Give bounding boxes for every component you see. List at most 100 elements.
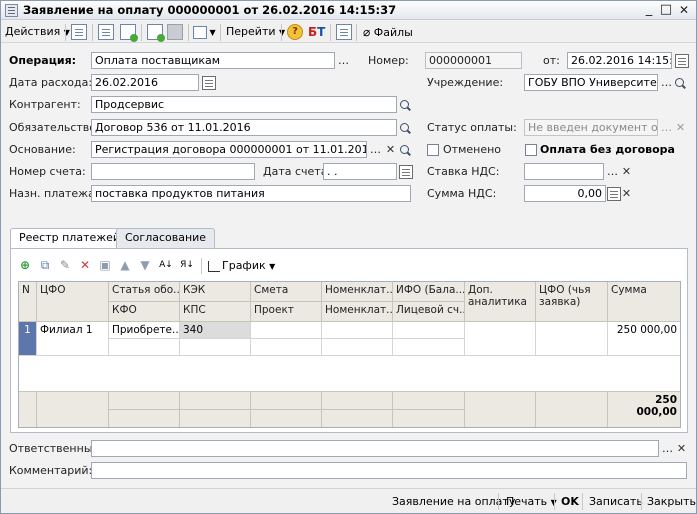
clear-icon[interactable]: ✕ bbox=[674, 442, 689, 457]
close-window-button[interactable]: ✕ bbox=[676, 3, 692, 18]
table-cell-personal-account[interactable] bbox=[393, 339, 465, 356]
clear-icon[interactable]: ✕ bbox=[383, 143, 398, 158]
toolbar-separator bbox=[554, 493, 555, 510]
no-contract-checkbox[interactable] bbox=[525, 144, 537, 156]
operation-field[interactable]: Оплата поставщикам bbox=[91, 52, 335, 69]
comment-field[interactable] bbox=[91, 462, 687, 479]
vat-rate-select-button[interactable]: … bbox=[605, 165, 620, 180]
column-header-article[interactable]: Статья обо... bbox=[109, 282, 180, 302]
institution-select-button[interactable]: … bbox=[659, 76, 674, 91]
invoice-date-field[interactable]: . . bbox=[323, 163, 397, 180]
column-header-kps[interactable]: КПС bbox=[180, 302, 251, 322]
ok-button[interactable]: OK bbox=[561, 494, 579, 510]
vat-amount-field[interactable]: 0,00 bbox=[524, 185, 606, 202]
document-window: Заявление на оплату 000000001 от 26.02.2… bbox=[0, 0, 697, 514]
column-header-project[interactable]: Проект bbox=[251, 302, 322, 322]
schedule-menu[interactable]: График ▼ bbox=[208, 258, 275, 274]
print-menu[interactable]: Печать ▼ bbox=[506, 494, 557, 510]
cancelled-checkbox[interactable] bbox=[427, 144, 439, 156]
responsible-field[interactable] bbox=[91, 440, 659, 457]
table-cell-nomenclature-2[interactable] bbox=[322, 339, 393, 356]
search-icon[interactable] bbox=[398, 98, 413, 113]
tab-payment-registry[interactable]: Реестр платежей bbox=[10, 228, 130, 249]
table-cell-nomenclature[interactable] bbox=[322, 322, 393, 339]
post-and-close-icon[interactable] bbox=[71, 24, 87, 40]
vat-rate-field[interactable] bbox=[524, 163, 604, 180]
minimize-button[interactable]: _ bbox=[641, 3, 657, 18]
column-header-personal-account[interactable]: Лицевой сч... bbox=[393, 302, 465, 322]
copy-row-icon[interactable]: ⧉ bbox=[37, 257, 53, 273]
add-row-icon[interactable]: ⊕ bbox=[17, 257, 33, 273]
operation-select-button[interactable]: … bbox=[336, 54, 351, 69]
table-cell-kek[interactable]: 340 bbox=[180, 322, 251, 339]
close-button[interactable]: Закрыть bbox=[647, 494, 696, 510]
table-cell-kfo[interactable] bbox=[109, 339, 180, 356]
column-header-nomenclature[interactable]: Номенклат... bbox=[322, 282, 393, 302]
column-header-nomenclature-2[interactable]: Номенклат... bbox=[322, 302, 393, 322]
maximize-button[interactable]: □ bbox=[658, 3, 674, 18]
institution-field[interactable]: ГОБУ ВПО Университет ис bbox=[524, 74, 658, 91]
print-label: Печать bbox=[506, 495, 548, 508]
table-cell-project[interactable] bbox=[251, 339, 322, 356]
calendar-icon[interactable] bbox=[675, 54, 689, 68]
column-header-kek[interactable]: КЭК bbox=[180, 282, 251, 302]
report-icon[interactable] bbox=[336, 24, 352, 40]
responsible-select-button[interactable]: … bbox=[660, 442, 675, 457]
bp-accounting-icon[interactable]: БТ bbox=[308, 23, 325, 41]
table-cell-smeta[interactable] bbox=[251, 322, 322, 339]
table-cell-article[interactable]: Приобрете... bbox=[109, 322, 180, 339]
table-cell-extra-analytics[interactable] bbox=[465, 322, 536, 356]
obligation-field[interactable]: Договор 536 от 11.01.2016 bbox=[91, 119, 397, 136]
basis-select-button[interactable]: … bbox=[368, 143, 383, 158]
expense-date-field[interactable]: 26.02.2016 bbox=[91, 74, 199, 91]
column-header-cfo[interactable]: ЦФО bbox=[37, 282, 109, 322]
document-date-field[interactable]: 26.02.2016 14:15:37 bbox=[567, 52, 672, 69]
save-button[interactable]: Записать bbox=[589, 494, 643, 510]
move-down-icon[interactable]: ▼ bbox=[137, 257, 153, 273]
table-cell-ifo[interactable] bbox=[393, 322, 465, 339]
counterparty-label: Контрагент: bbox=[9, 98, 81, 111]
print-form-link[interactable]: Заявление на оплату bbox=[392, 494, 515, 510]
counterparty-field[interactable]: Продсервис bbox=[91, 96, 397, 113]
sort-ascending-icon[interactable]: A↓ bbox=[158, 257, 174, 273]
create-based-on-icon[interactable] bbox=[147, 24, 165, 42]
delete-row-icon[interactable]: ✕ bbox=[77, 257, 93, 273]
table-cell-cfo-request[interactable] bbox=[536, 322, 608, 356]
clear-icon[interactable]: ✕ bbox=[619, 187, 634, 202]
move-up-icon[interactable]: ▲ bbox=[117, 257, 133, 273]
tab-approval[interactable]: Согласование bbox=[116, 228, 216, 248]
basis-field[interactable]: Регистрация договора 000000001 от 11.01.… bbox=[91, 141, 367, 158]
column-header-smeta[interactable]: Смета bbox=[251, 282, 322, 302]
goto-menu[interactable]: Перейти ▼ bbox=[226, 23, 285, 41]
column-header-kfo[interactable]: КФО bbox=[109, 302, 180, 322]
column-header-cfo-request[interactable]: ЦФО (чья заявка) bbox=[536, 282, 608, 322]
table-row-number[interactable]: 1 bbox=[19, 322, 37, 356]
help-icon[interactable]: ? bbox=[287, 24, 303, 40]
files-button[interactable]: ⌀ Файлы bbox=[363, 23, 413, 41]
search-icon[interactable] bbox=[673, 76, 688, 91]
table-cell-kps[interactable] bbox=[180, 339, 251, 356]
column-header-sum[interactable]: Сумма bbox=[608, 282, 680, 322]
invoice-number-field[interactable] bbox=[91, 163, 255, 180]
actions-menu[interactable]: Действия ▼ bbox=[5, 23, 70, 41]
column-header-n[interactable]: N bbox=[19, 282, 37, 322]
copy-document-icon[interactable] bbox=[120, 24, 138, 42]
toolbar-separator bbox=[498, 493, 499, 510]
calendar-icon[interactable] bbox=[399, 165, 413, 179]
clear-icon[interactable]: ✕ bbox=[619, 165, 634, 180]
column-header-extra-analytics[interactable]: Доп. аналитика bbox=[465, 282, 536, 322]
structure-icon[interactable] bbox=[167, 24, 183, 40]
number-field[interactable]: 000000001 bbox=[425, 52, 522, 69]
payment-purpose-field[interactable]: поставка продуктов питания bbox=[91, 185, 411, 202]
goto-document-icon[interactable]: ▼ bbox=[193, 23, 216, 41]
post-document-icon[interactable] bbox=[98, 24, 114, 40]
column-header-ifo[interactable]: ИФО (Бала... bbox=[393, 282, 465, 302]
table-cell-cfo[interactable]: Филиал 1 bbox=[37, 322, 109, 356]
end-edit-icon[interactable]: ▣ bbox=[97, 257, 113, 273]
calendar-icon[interactable] bbox=[202, 76, 216, 90]
sort-descending-icon[interactable]: Я↓ bbox=[179, 257, 195, 273]
edit-row-icon[interactable]: ✎ bbox=[57, 257, 73, 273]
search-icon[interactable] bbox=[398, 143, 413, 158]
search-icon[interactable] bbox=[398, 121, 413, 136]
table-cell-sum[interactable]: 250 000,00 bbox=[608, 322, 680, 356]
